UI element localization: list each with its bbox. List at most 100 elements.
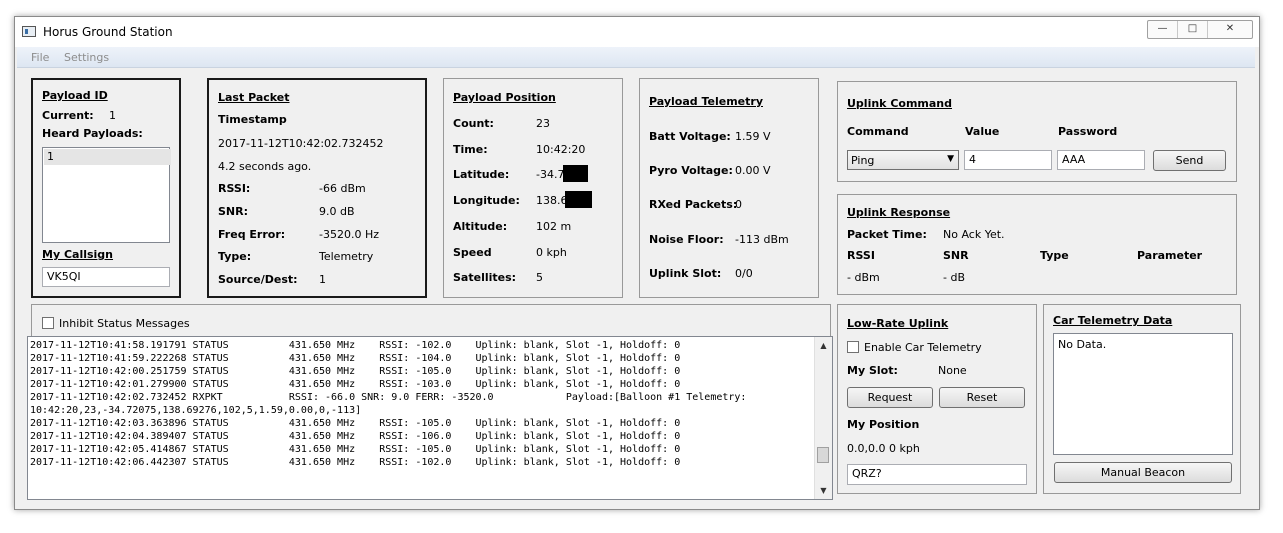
car-telemetry-panel: Car Telemetry Data No Data. Manual Beaco… [1043, 304, 1241, 494]
longitude-value: 138.6 [536, 194, 568, 207]
latitude-value: -34.7 [536, 168, 565, 181]
uplink-slot-value: 0/0 [735, 267, 753, 280]
menu-file[interactable]: File [31, 51, 49, 64]
type-column: Type [1040, 249, 1069, 262]
my-position-label: My Position [847, 418, 920, 431]
uplink-slot-label: Uplink Slot: [649, 267, 722, 280]
timestamp-value: 2017-11-12T10:42:02.732452 [218, 137, 384, 150]
callsign-input[interactable]: VK5QI [42, 267, 170, 287]
log-line: 2017-11-12T10:41:59.222268 STATUS 431.65… [30, 353, 681, 364]
my-slot-value: None [938, 364, 967, 377]
count-value: 23 [536, 117, 550, 130]
password-input[interactable]: AAA [1057, 150, 1145, 170]
freq-error-value: -3520.0 Hz [319, 228, 380, 241]
chevron-down-icon: ▼ [947, 154, 954, 164]
time-label: Time: [453, 143, 488, 156]
title-bar: Horus Ground Station — □ ✕ [15, 17, 1259, 47]
batt-voltage-value: 1.59 V [735, 130, 771, 143]
payload-telemetry-panel: Payload Telemetry Batt Voltage: 1.59 V P… [639, 78, 819, 298]
log-scrollbar[interactable]: ▲ ▼ [814, 337, 832, 499]
log-line: 2017-11-12T10:42:06.442307 STATUS 431.65… [30, 457, 681, 468]
altitude-value: 102 m [536, 220, 572, 233]
heard-payloads-list[interactable]: 1 [42, 147, 171, 243]
car-telemetry-status: No Data. [1058, 338, 1107, 351]
request-button[interactable]: Request [847, 387, 933, 408]
app-icon [22, 26, 36, 37]
my-slot-label: My Slot: [847, 364, 898, 377]
log-line: 2017-11-12T10:42:00.251759 STATUS 431.65… [30, 366, 681, 377]
main-window: Horus Ground Station — □ ✕ File Settings… [14, 16, 1260, 510]
status-log-text[interactable]: 2017-11-12T10:41:58.191791 STATUS 431.65… [27, 336, 833, 500]
scroll-down-icon[interactable]: ▼ [815, 482, 832, 499]
redaction-bar [563, 165, 588, 182]
last-packet-panel: Last Packet Timestamp 2017-11-12T10:42:0… [207, 78, 427, 298]
snr-value: 9.0 dB [319, 205, 355, 218]
qrz-input[interactable]: QRZ? [847, 464, 1027, 485]
payload-telemetry-heading: Payload Telemetry [649, 95, 763, 108]
satellites-value: 5 [536, 271, 543, 284]
inhibit-status-label: Inhibit Status Messages [59, 317, 190, 330]
close-icon[interactable]: ✕ [1208, 21, 1252, 38]
time-value: 10:42:20 [536, 143, 586, 156]
password-label: Password [1058, 125, 1118, 138]
send-button[interactable]: Send [1153, 150, 1226, 171]
scroll-thumb[interactable] [817, 447, 829, 463]
enable-car-telemetry-label: Enable Car Telemetry [864, 341, 982, 354]
longitude-label: Longitude: [453, 194, 520, 207]
command-selected: Ping [851, 154, 875, 167]
low-rate-uplink-heading: Low-Rate Uplink [847, 317, 949, 330]
manual-beacon-button[interactable]: Manual Beacon [1054, 462, 1232, 483]
list-item[interactable]: 1 [44, 149, 171, 165]
car-telemetry-text[interactable]: No Data. [1053, 333, 1233, 455]
speed-value: 0 kph [536, 246, 567, 259]
packet-time-label: Packet Time: [847, 228, 927, 241]
log-line: 2017-11-12T10:42:05.414867 STATUS 431.65… [30, 444, 681, 455]
source-dest-value: 1 [319, 273, 326, 286]
last-packet-heading: Last Packet [218, 91, 290, 104]
log-line: 2017-11-12T10:42:03.363896 STATUS 431.65… [30, 418, 681, 429]
timestamp-label: Timestamp [218, 113, 287, 126]
type-label: Type: [218, 250, 252, 263]
uplink-response-heading: Uplink Response [847, 206, 951, 219]
parameter-column: Parameter [1137, 249, 1203, 262]
source-dest-label: Source/Dest: [218, 273, 298, 286]
value-label: Value [965, 125, 1000, 138]
noise-floor-label: Noise Floor: [649, 233, 724, 246]
scroll-up-icon[interactable]: ▲ [815, 337, 832, 354]
menu-settings[interactable]: Settings [64, 51, 109, 64]
heard-payloads-label: Heard Payloads: [42, 127, 143, 140]
pyro-voltage-value: 0.00 V [735, 164, 771, 177]
window-controls: — □ ✕ [1147, 20, 1253, 39]
response-rssi-value: - dBm [847, 271, 880, 284]
uplink-response-panel: Uplink Response Packet Time: No Ack Yet.… [837, 194, 1237, 295]
packet-age: 4.2 seconds ago. [218, 160, 312, 173]
window-title: Horus Ground Station [43, 25, 173, 39]
packet-time-value: No Ack Yet. [943, 228, 1005, 241]
maximize-icon[interactable]: □ [1178, 21, 1208, 38]
satellites-label: Satellites: [453, 271, 517, 284]
minimize-icon[interactable]: — [1148, 21, 1178, 38]
freq-error-label: Freq Error: [218, 228, 286, 241]
log-line: 2017-11-12T10:42:01.279900 STATUS 431.65… [30, 379, 681, 390]
rssi-value: -66 dBm [319, 182, 366, 195]
noise-floor-value: -113 dBm [735, 233, 789, 246]
inhibit-status-checkbox[interactable] [42, 317, 54, 329]
response-snr-value: - dB [943, 271, 965, 284]
payload-position-heading: Payload Position [453, 91, 556, 104]
command-select[interactable]: Ping ▼ [847, 150, 959, 170]
batt-voltage-label: Batt Voltage: [649, 130, 731, 143]
log-line: 10:42:20,23,-34.72075,138.69276,102,5,1.… [30, 405, 362, 416]
snr-label: SNR: [218, 205, 248, 218]
car-telemetry-heading: Car Telemetry Data [1053, 314, 1173, 327]
uplink-command-panel: Uplink Command Command Value Password Pi… [837, 81, 1237, 182]
my-callsign-heading: My Callsign [42, 248, 114, 261]
reset-button[interactable]: Reset [939, 387, 1025, 408]
log-line: 2017-11-12T10:42:04.389407 STATUS 431.65… [30, 431, 681, 442]
enable-car-telemetry-checkbox[interactable] [847, 341, 859, 353]
uplink-command-heading: Uplink Command [847, 97, 953, 110]
log-line: 2017-11-12T10:41:58.191791 STATUS 431.65… [30, 340, 681, 351]
current-label: Current: [42, 109, 94, 122]
value-input[interactable]: 4 [964, 150, 1052, 170]
log-line: 2017-11-12T10:42:02.732452 RXPKT RSSI: -… [30, 392, 747, 403]
rxed-packets-label: RXed Packets: [649, 198, 738, 211]
